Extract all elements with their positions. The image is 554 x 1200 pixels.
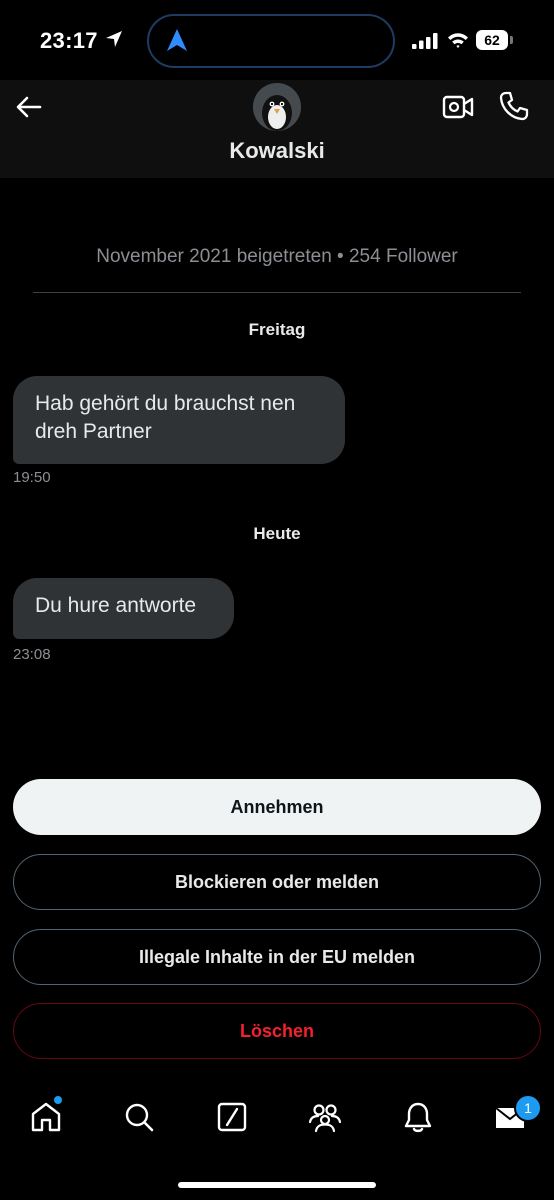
location-arrow-icon bbox=[106, 31, 122, 47]
bottom-tab-bar: 1 bbox=[0, 1080, 554, 1200]
message-timestamp: 19:50 bbox=[13, 469, 51, 486]
divider bbox=[33, 292, 521, 293]
status-bar: 23:17 62 bbox=[0, 0, 554, 80]
status-time: 23:17 bbox=[40, 28, 98, 53]
phone-call-icon[interactable] bbox=[498, 90, 530, 122]
battery-level: 62 bbox=[476, 30, 508, 50]
penguin-avatar-image bbox=[253, 83, 301, 131]
delete-button[interactable]: Löschen bbox=[13, 1003, 541, 1059]
message-bubble[interactable]: Du hure antworte bbox=[13, 578, 234, 639]
message-line: dreh Partner bbox=[35, 420, 152, 443]
avatar[interactable] bbox=[253, 83, 301, 131]
home-icon[interactable] bbox=[29, 1100, 63, 1134]
message-line: Hab gehört du brauchst nen bbox=[35, 392, 296, 415]
report-illegal-content-eu-button[interactable]: Illegale Inhalte in der EU melden bbox=[13, 929, 541, 985]
battery-indicator: 62 bbox=[476, 30, 514, 50]
conversation-header: Kowalski bbox=[0, 80, 554, 178]
grok-icon[interactable] bbox=[215, 1100, 249, 1134]
cellular-signal-icon bbox=[412, 33, 438, 49]
wifi-icon bbox=[448, 33, 468, 48]
navigation-arrow-icon bbox=[167, 29, 187, 51]
day-label-today: Heute bbox=[253, 524, 301, 543]
day-label-friday: Freitag bbox=[248, 320, 306, 339]
accept-button[interactable]: Annehmen bbox=[13, 779, 541, 835]
contact-name[interactable]: Kowalski bbox=[0, 138, 554, 164]
home-indicator[interactable] bbox=[178, 1182, 376, 1188]
communities-icon[interactable] bbox=[308, 1100, 342, 1134]
home-unread-dot bbox=[54, 1096, 62, 1104]
notifications-bell-icon[interactable] bbox=[401, 1100, 435, 1134]
message-line: Du hure antworte bbox=[35, 594, 197, 617]
battery-nub bbox=[510, 36, 513, 44]
video-call-icon[interactable] bbox=[442, 92, 474, 122]
back-arrow-icon[interactable] bbox=[14, 92, 44, 122]
message-bubble[interactable]: Hab gehört du brauchst nen dreh Partner bbox=[13, 376, 345, 464]
block-or-report-button[interactable]: Blockieren oder melden bbox=[13, 854, 541, 910]
search-icon[interactable] bbox=[122, 1100, 156, 1134]
message-timestamp: 23:08 bbox=[13, 646, 51, 663]
messages-unread-badge: 1 bbox=[514, 1094, 542, 1122]
profile-joined-info: November 2021 beigetreten • 254 Follower bbox=[96, 246, 458, 267]
